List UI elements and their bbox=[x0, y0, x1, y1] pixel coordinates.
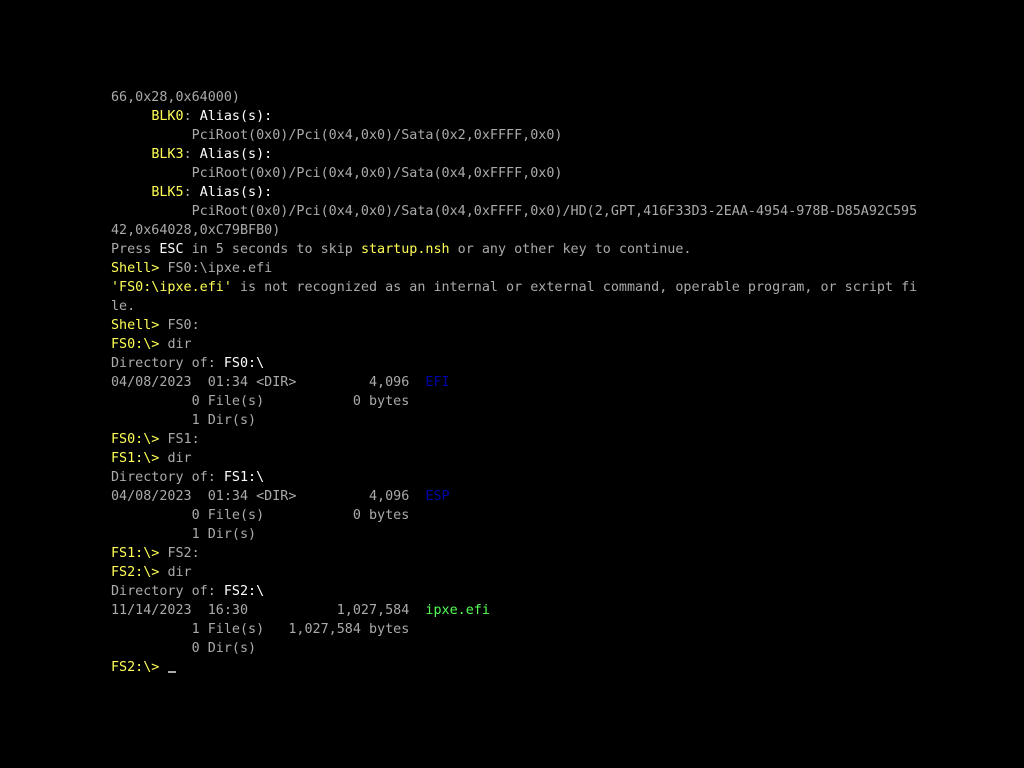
console-text: is not recognized as an internal or exte… bbox=[231, 280, 918, 295]
console-text: startup.nsh bbox=[360, 242, 450, 257]
console-text: Directory of: bbox=[111, 470, 224, 485]
console-text: or any other key to continue. bbox=[449, 242, 692, 257]
console-text: FS2:\ bbox=[223, 584, 265, 599]
console-text: Shell> bbox=[111, 261, 168, 276]
console-text: BLK5 bbox=[151, 185, 184, 200]
console-text: FS2:\> bbox=[111, 565, 168, 580]
console-text: FS2:\> bbox=[111, 660, 168, 675]
console-line: FS0:\> dir bbox=[111, 335, 917, 354]
console-line: PciRoot(0x0)/Pci(0x4,0x0)/Sata(0x2,0xFFF… bbox=[111, 126, 917, 145]
console-line: Directory of: FS2:\ bbox=[111, 582, 917, 601]
console-line: Directory of: FS0:\ bbox=[111, 354, 917, 373]
console-text: 1 File(s) 1,027,584 bytes bbox=[111, 622, 410, 637]
console-text: dir bbox=[167, 451, 192, 466]
console-text: FS1: bbox=[167, 432, 200, 447]
console-text: PciRoot(0x0)/Pci(0x4,0x0)/Sata(0x2,0xFFF… bbox=[111, 128, 563, 143]
console-line: 1 Dir(s) bbox=[111, 525, 917, 544]
console-text: 04/08/2023 01:34 <DIR> 4,096 bbox=[111, 489, 426, 504]
console-line: 1 Dir(s) bbox=[111, 411, 917, 430]
console-text: PciRoot(0x0)/Pci(0x4,0x0)/Sata(0x4,0xFFF… bbox=[111, 166, 563, 181]
console-line: 66,0x28,0x64000) bbox=[111, 88, 917, 107]
console-text: FS2: bbox=[167, 546, 200, 561]
console-text: Alias(s): bbox=[199, 185, 273, 200]
console-text: 0 File(s) 0 bytes bbox=[111, 394, 410, 409]
console-line: FS0:\> FS1: bbox=[111, 430, 917, 449]
console-text: 42,0x64028,0xC79BFB0) bbox=[111, 223, 281, 238]
console-line: Press ESC in 5 seconds to skip startup.n… bbox=[111, 240, 917, 259]
console-text: EFI bbox=[425, 375, 450, 390]
console-text: PciRoot(0x0)/Pci(0x4,0x0)/Sata(0x4,0xFFF… bbox=[111, 204, 918, 219]
console-text: dir bbox=[167, 565, 192, 580]
console-line: BLK3: Alias(s): bbox=[111, 145, 917, 164]
console-text: Press bbox=[111, 242, 160, 257]
console-line: 0 File(s) 0 bytes bbox=[111, 506, 917, 525]
console-line: FS2:\> bbox=[111, 658, 917, 677]
console-text: : bbox=[183, 185, 200, 200]
console-line: 04/08/2023 01:34 <DIR> 4,096 EFI bbox=[111, 373, 917, 392]
console-line: le. bbox=[111, 297, 917, 316]
console-line: Directory of: FS1:\ bbox=[111, 468, 917, 487]
console-line: 42,0x64028,0xC79BFB0) bbox=[111, 221, 917, 240]
console-line: BLK5: Alias(s): bbox=[111, 183, 917, 202]
console-text: Shell> bbox=[111, 318, 168, 333]
console-text: FS0: bbox=[167, 318, 200, 333]
console-text: : bbox=[183, 147, 200, 162]
console-text: ESC bbox=[159, 242, 184, 257]
console-line: 0 Dir(s) bbox=[111, 639, 917, 658]
uefi-shell-screen: 66,0x28,0x64000) BLK0: Alias(s): PciRoot… bbox=[0, 0, 1024, 768]
console-line: Shell> FS0:\ipxe.efi bbox=[111, 259, 917, 278]
console-text: ESP bbox=[425, 489, 450, 504]
console-text: FS0:\> bbox=[111, 337, 168, 352]
console-line: PciRoot(0x0)/Pci(0x4,0x0)/Sata(0x4,0xFFF… bbox=[111, 164, 917, 183]
console-text: FS1:\ bbox=[223, 470, 265, 485]
console-line: Shell> FS0: bbox=[111, 316, 917, 335]
console-line: 0 File(s) 0 bytes bbox=[111, 392, 917, 411]
console-text: ipxe.efi bbox=[425, 603, 490, 618]
console-text: Alias(s): bbox=[199, 147, 273, 162]
console-text: : bbox=[183, 109, 200, 124]
text-cursor bbox=[168, 671, 177, 673]
console-line: PciRoot(0x0)/Pci(0x4,0x0)/Sata(0x4,0xFFF… bbox=[111, 202, 918, 221]
console-text: le. bbox=[111, 299, 136, 314]
console-text: Alias(s): bbox=[199, 109, 273, 124]
console-line: FS1:\> FS2: bbox=[111, 544, 917, 563]
console-line: BLK0: Alias(s): bbox=[111, 107, 917, 126]
console-line: FS2:\> dir bbox=[111, 563, 917, 582]
console-text: Directory of: bbox=[111, 584, 224, 599]
console-line: FS1:\> dir bbox=[111, 449, 917, 468]
console-text: FS0:\ipxe.efi bbox=[167, 261, 273, 276]
console-text: Directory of: bbox=[111, 356, 224, 371]
console-line: 'FS0:\ipxe.efi' is not recognized as an … bbox=[111, 278, 917, 297]
console-text: FS1:\> bbox=[111, 546, 168, 561]
console-text: dir bbox=[167, 337, 192, 352]
console-text: 0 File(s) 0 bytes bbox=[111, 508, 410, 523]
console-text: 04/08/2023 01:34 <DIR> 4,096 bbox=[111, 375, 426, 390]
console-text: BLK3 bbox=[151, 147, 184, 162]
console-text: FS0:\> bbox=[111, 432, 168, 447]
console-text: 11/14/2023 16:30 1,027,584 bbox=[111, 603, 426, 618]
console-text: FS0:\ bbox=[223, 356, 265, 371]
console-output[interactable]: 66,0x28,0x64000) BLK0: Alias(s): PciRoot… bbox=[111, 88, 917, 677]
console-line: 1 File(s) 1,027,584 bytes bbox=[111, 620, 917, 639]
console-line: 11/14/2023 16:30 1,027,584 ipxe.efi bbox=[111, 601, 917, 620]
console-text: BLK0 bbox=[151, 109, 184, 124]
console-text: 1 Dir(s) bbox=[111, 527, 257, 542]
console-text: 66,0x28,0x64000) bbox=[111, 90, 240, 105]
console-text: in 5 seconds to skip bbox=[183, 242, 361, 257]
console-line: 04/08/2023 01:34 <DIR> 4,096 ESP bbox=[111, 487, 917, 506]
console-text: 'FS0:\ipxe.efi' bbox=[111, 280, 232, 295]
console-text: FS1:\> bbox=[111, 451, 168, 466]
console-text: 0 Dir(s) bbox=[111, 641, 257, 656]
console-text: 1 Dir(s) bbox=[111, 413, 257, 428]
